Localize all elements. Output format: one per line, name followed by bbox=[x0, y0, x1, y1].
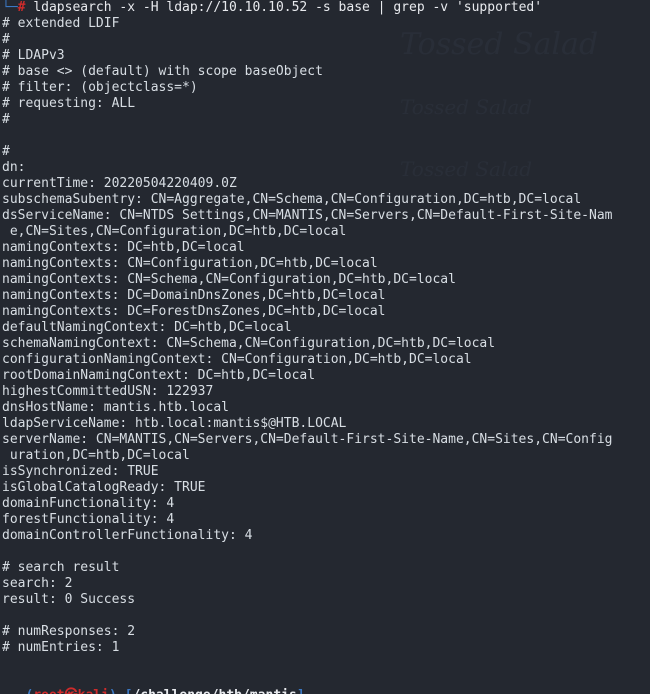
output-line: # filter: (objectclass=*) bbox=[2, 80, 198, 95]
output-line: defaultNamingContext: DC=htb,DC=local bbox=[2, 320, 292, 335]
output-line: search: 2 bbox=[2, 576, 73, 591]
output-line: isGlobalCatalogReady: TRUE bbox=[2, 480, 206, 495]
output-line: namingContexts: DC=ForestDnsZones,DC=htb… bbox=[2, 304, 386, 319]
output-line: # bbox=[2, 32, 10, 47]
output-line: e,CN=Sites,CN=Configuration,DC=htb,DC=lo… bbox=[2, 224, 347, 239]
output-line: dsServiceName: CN=NTDS Settings,CN=MANTI… bbox=[2, 208, 613, 223]
output-line: rootDomainNamingContext: DC=htb,DC=local bbox=[2, 368, 316, 383]
prompt-path: /challenge/htb/mantis bbox=[132, 688, 296, 694]
output-line: # base <> (default) with scope baseObjec… bbox=[2, 64, 323, 79]
output-line: namingContexts: CN=Schema,CN=Configurati… bbox=[2, 272, 456, 287]
executed-command-line: └─# ldapsearch -x -H ldap://10.10.10.52 … bbox=[0, 0, 650, 16]
output-line: namingContexts: DC=DomainDnsZones,DC=htb… bbox=[2, 288, 386, 303]
prompt-host: kali bbox=[78, 688, 109, 694]
output-line: # bbox=[2, 112, 10, 127]
output-line: forestFunctionality: 4 bbox=[2, 512, 175, 527]
prompt-close-paren: ) bbox=[109, 688, 117, 694]
output-line: serverName: CN=MANTIS,CN=Servers,CN=Defa… bbox=[2, 432, 613, 447]
prompt-top-corner: ┌── bbox=[2, 688, 25, 694]
output-line: # bbox=[2, 144, 10, 159]
terminal-window[interactable]: Tossed Salad Tossed Salad Tossed Salad └… bbox=[0, 0, 650, 694]
terminal-screen[interactable]: └─ # ldapsearch -x -H ldap://10.10.10.52 … bbox=[0, 0, 650, 694]
output-line: ldapServiceName: htb.local:mantis$@HTB.L… bbox=[2, 416, 347, 431]
output-line: # LDAPv3 bbox=[2, 48, 65, 63]
command-output: # extended LDIF # # LDAPv3 # base <> (defau… bbox=[0, 16, 650, 688]
prompt-close-bracket: ] bbox=[297, 688, 305, 694]
output-line: isSynchronized: TRUE bbox=[2, 464, 159, 479]
output-line: currentTime: 20220504220409.0Z bbox=[2, 176, 237, 191]
output-line: subschemaSubentry: CN=Aggregate,CN=Schem… bbox=[2, 192, 582, 207]
output-line: dn: bbox=[2, 160, 26, 175]
output-line: namingContexts: DC=htb,DC=local bbox=[2, 240, 245, 255]
output-line: # extended LDIF bbox=[2, 16, 120, 31]
output-line: # search result bbox=[2, 560, 120, 575]
output-line: configurationNamingContext: CN=Configura… bbox=[2, 352, 472, 367]
prompt-user: root bbox=[33, 688, 64, 694]
output-line: domainFunctionality: 4 bbox=[2, 496, 175, 511]
output-line: # numEntries: 1 bbox=[2, 640, 120, 655]
prompt-corner-glyph: └─ bbox=[2, 0, 18, 15]
output-line: dnsHostName: mantis.htb.local bbox=[2, 400, 229, 415]
output-line: # numResponses: 2 bbox=[2, 624, 136, 639]
command-string: ldapsearch -x -H ldap://10.10.10.52 -s b… bbox=[33, 0, 543, 15]
prompt-at-icon: ㉿ bbox=[65, 688, 78, 694]
output-line: result: 0 Success bbox=[2, 592, 136, 607]
output-line: schemaNamingContext: CN=Schema,CN=Config… bbox=[2, 336, 496, 351]
prompt-line-top: ┌──(root㉿kali)-[/challenge/htb/mantis] bbox=[0, 688, 650, 694]
output-line: # requesting: ALL bbox=[2, 96, 136, 111]
output-line: domainControllerFunctionality: 4 bbox=[2, 528, 253, 543]
output-line: highestCommittedUSN: 122937 bbox=[2, 384, 214, 399]
output-line: uration,DC=htb,DC=local bbox=[2, 448, 190, 463]
output-line: namingContexts: CN=Configuration,DC=htb,… bbox=[2, 256, 378, 271]
prompt-dash: - bbox=[117, 688, 125, 694]
